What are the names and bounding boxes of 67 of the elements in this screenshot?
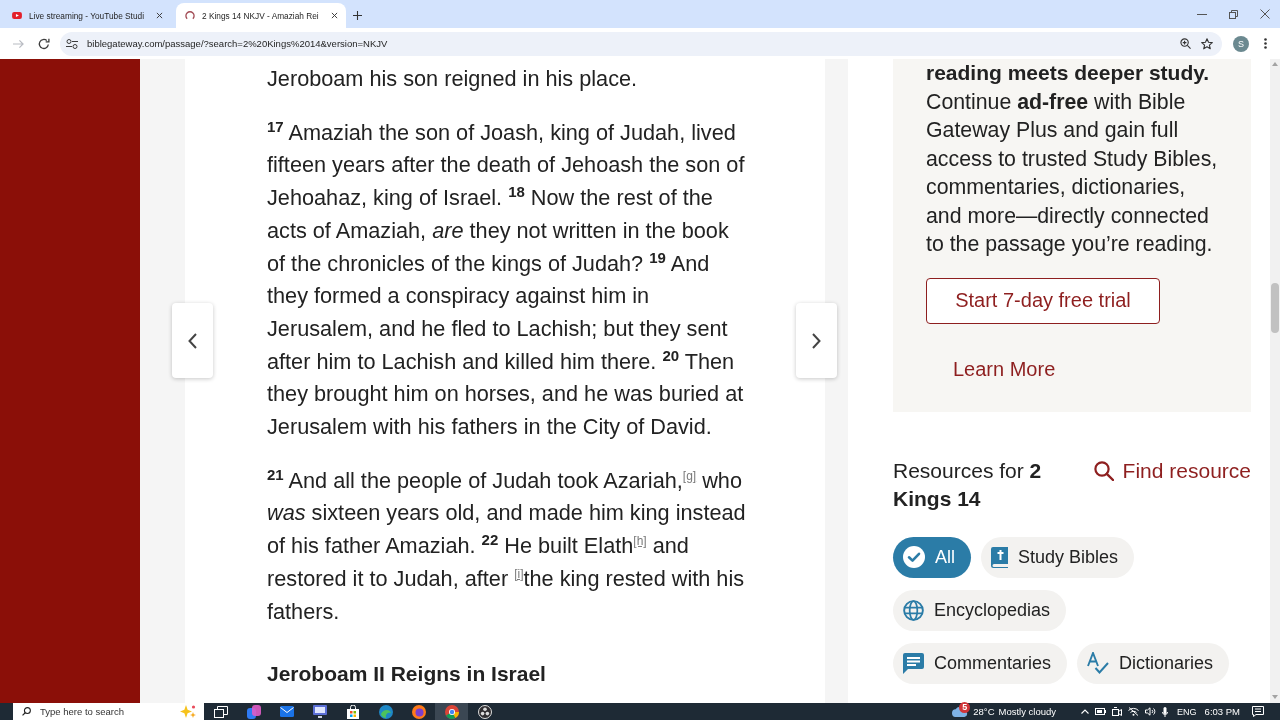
segmented-circle-icon bbox=[444, 704, 459, 719]
verse-paragraph: Jeroboam his son reigned in his place. bbox=[267, 65, 639, 93]
spellcheck-icon bbox=[1087, 652, 1110, 674]
zoom-in-icon[interactable] bbox=[1180, 38, 1191, 49]
camera-icon[interactable] bbox=[1112, 707, 1123, 716]
verse-paragraph: $^{17}$ Amaziah the son of Joash, king of Judah, lived fifteen years after the death of Jehoash the son of Jehoahaz, king of Israel. $^{18}$ Now the rest of the acts of Amaziah, are they not written in the book of the chronicles of the kings of Judah? $^{19}$ And they formed a conspiracy against him in Jerusalem, and he fled to Lachish; but they sent after him to Lachish and killed him there. $^{20}$ Then they brought him on horses, and he was buried at Jerusalem with his fathers in the City of David. bbox=[267, 116, 746, 442]
filter-chip[interactable]: Encyclopedias bbox=[893, 589, 1067, 631]
close-icon[interactable] bbox=[330, 12, 338, 19]
browser-tab[interactable]: Live streaming - YouTube Studi bbox=[3, 3, 171, 28]
free-trial-button[interactable]: Start 7-day free trial bbox=[926, 277, 1160, 324]
filter-chip[interactable]: All bbox=[893, 536, 971, 578]
book-icon bbox=[991, 546, 1008, 568]
close-icon[interactable] bbox=[1260, 9, 1270, 19]
footnote-link[interactable]: [i] bbox=[514, 566, 524, 581]
close-icon[interactable] bbox=[156, 12, 163, 19]
promo-heading: reading meets deeper study. bbox=[926, 60, 1211, 86]
plus-icon[interactable] bbox=[352, 11, 362, 20]
notification-badge: 5 bbox=[959, 702, 971, 713]
swirl-circle-icon bbox=[378, 704, 393, 719]
microphone-icon[interactable] bbox=[1162, 706, 1169, 717]
reload-icon[interactable] bbox=[38, 37, 50, 50]
dotted-circle-icon bbox=[477, 704, 492, 719]
footnote-link[interactable]: [g] bbox=[682, 468, 697, 483]
address-bar[interactable]: biblegateway.com/passage/?search=2%20Kings%2014&version=NKJV bbox=[60, 31, 1222, 56]
menu-icon[interactable] bbox=[1264, 38, 1267, 49]
shopping-bag-icon bbox=[345, 704, 360, 719]
envelope-icon bbox=[279, 706, 294, 717]
browser-tab[interactable]: 2 Kings 14 NKJV - Amaziah Rei bbox=[176, 3, 346, 28]
star-icon[interactable] bbox=[1201, 37, 1213, 50]
chevron-up-icon[interactable] bbox=[1081, 709, 1090, 714]
sliders-icon[interactable] bbox=[66, 38, 78, 49]
weather-temperature[interactable]: 28°C bbox=[973, 704, 995, 719]
monitor-icon bbox=[312, 705, 327, 718]
verse-paragraph: $^{21}$ And all the people of Judah took Azariah,$^{[g]}$ who was sixteen years old, and made him king instead of his father Amaziah. $^{22}$ He built Elath$^{[h]}$ and restored it to Judah, after $^{[i]}$the king rested with his fathers. bbox=[267, 464, 747, 626]
chevron-right-icon bbox=[812, 332, 821, 349]
sparkle-icon bbox=[180, 705, 196, 718]
find-resource-link[interactable]: Find resource bbox=[1093, 456, 1251, 485]
scrollbar-thumb[interactable] bbox=[1271, 283, 1279, 333]
overlapping-shapes-icon bbox=[246, 704, 261, 719]
network-icon[interactable] bbox=[1128, 707, 1140, 716]
clock-time[interactable]: 6:03 PM bbox=[1204, 704, 1240, 719]
section-heading: Jeroboam II Reigns in Israel bbox=[267, 661, 547, 688]
stacked-windows-icon bbox=[213, 705, 228, 718]
search-icon bbox=[1093, 460, 1114, 481]
weather-condition[interactable]: Mostly cloudy bbox=[998, 704, 1057, 719]
minimize-icon[interactable] bbox=[1197, 13, 1207, 15]
language-indicator[interactable]: ENG bbox=[1177, 704, 1197, 719]
taskbar-button[interactable] bbox=[435, 703, 468, 720]
restore-icon[interactable] bbox=[1229, 9, 1238, 19]
filter-chip[interactable]: Commentaries bbox=[893, 642, 1068, 684]
promo-text: Continue ad-free with Bible Gateway Plus and gain full access to trusted Study Bibles, commentaries, dictionaries, and more—directly connected to the passage you’re reading. bbox=[926, 88, 1219, 258]
filter-chip[interactable]: Dictionaries bbox=[1077, 642, 1230, 684]
speech-bubble-icon bbox=[903, 652, 924, 674]
footnote-link[interactable]: [h] bbox=[633, 533, 647, 548]
learn-more-link[interactable]: Learn More bbox=[926, 346, 1083, 391]
ringed-circle-icon bbox=[411, 704, 426, 719]
battery-icon[interactable] bbox=[1095, 708, 1107, 715]
speaker-icon[interactable] bbox=[1145, 707, 1157, 716]
check-circle-icon bbox=[903, 546, 925, 568]
notification-icon[interactable] bbox=[1252, 706, 1264, 717]
profile-avatar[interactable]: S bbox=[1233, 35, 1249, 52]
globe-icon bbox=[903, 599, 924, 621]
search-field[interactable]: Type here to search bbox=[13, 703, 204, 720]
search-icon bbox=[22, 707, 31, 716]
filter-chip[interactable]: Study Bibles bbox=[981, 536, 1135, 578]
chevron-left-icon bbox=[188, 332, 197, 349]
resources-title: Resources for 2 Kings 14 bbox=[893, 457, 1043, 512]
